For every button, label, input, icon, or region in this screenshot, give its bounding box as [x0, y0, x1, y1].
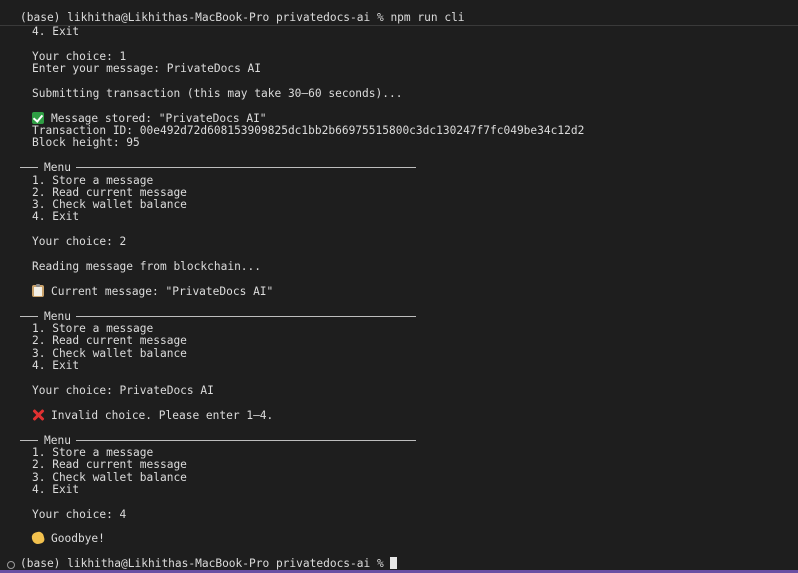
- final-prompt-text: (base) likhitha@Likhithas-MacBook-Pro pr…: [20, 557, 391, 570]
- menu-rule-left: [20, 167, 38, 168]
- waving-hand-icon: [30, 530, 46, 546]
- message-input-line: Enter your message: PrivateDocs AI: [32, 62, 262, 75]
- check-mark-icon: [32, 112, 44, 124]
- menu-rule-right: [76, 316, 416, 317]
- menu-rule-right: [76, 440, 416, 441]
- title-divider: [0, 25, 798, 26]
- menu-rule-left: [20, 440, 38, 441]
- menu-item: 2. Read current message: [32, 334, 187, 347]
- menu-item: 4. Exit: [32, 359, 80, 372]
- goodbye-text: Goodbye!: [51, 532, 105, 545]
- goodbye-line: Goodbye!: [30, 530, 105, 546]
- menu-item: 4. Exit: [32, 483, 80, 496]
- reading-status: Reading message from blockchain...: [32, 260, 262, 273]
- cross-mark-icon: [32, 409, 44, 421]
- current-message-text: Current message: "PrivateDocs AI": [51, 285, 274, 298]
- text-cursor: [390, 557, 398, 569]
- choice-line: Your choice: 4: [32, 508, 127, 521]
- submitting-status: Submitting transaction (this may take 30…: [32, 87, 403, 100]
- menu-item: 2. Read current message: [32, 458, 187, 471]
- prompt-marker-icon: [7, 561, 15, 569]
- menu-rule-right: [76, 167, 416, 168]
- final-prompt-line[interactable]: (base) likhitha@Likhithas-MacBook-Pro pr…: [20, 557, 398, 571]
- clipboard-icon: [32, 284, 44, 297]
- invalid-choice-text: Invalid choice. Please enter 1–4.: [51, 409, 274, 422]
- menu-rule-left: [20, 316, 38, 317]
- block-height: Block height: 95: [32, 136, 140, 149]
- choice-line: Your choice: 2: [32, 235, 127, 248]
- menu-item: 4. Exit: [32, 210, 80, 223]
- terminal-window[interactable]: (base) likhitha@Likhithas-MacBook-Pro pr…: [0, 0, 798, 573]
- current-message-line: Current message: "PrivateDocs AI": [32, 284, 274, 299]
- menu-item-exit: 4. Exit: [32, 25, 80, 38]
- command-line: (base) likhitha@Likhithas-MacBook-Pro pr…: [20, 11, 465, 24]
- choice-line: Your choice: PrivateDocs AI: [32, 384, 214, 397]
- invalid-choice-line: Invalid choice. Please enter 1–4.: [32, 409, 273, 423]
- menu-title: Menu: [44, 161, 71, 174]
